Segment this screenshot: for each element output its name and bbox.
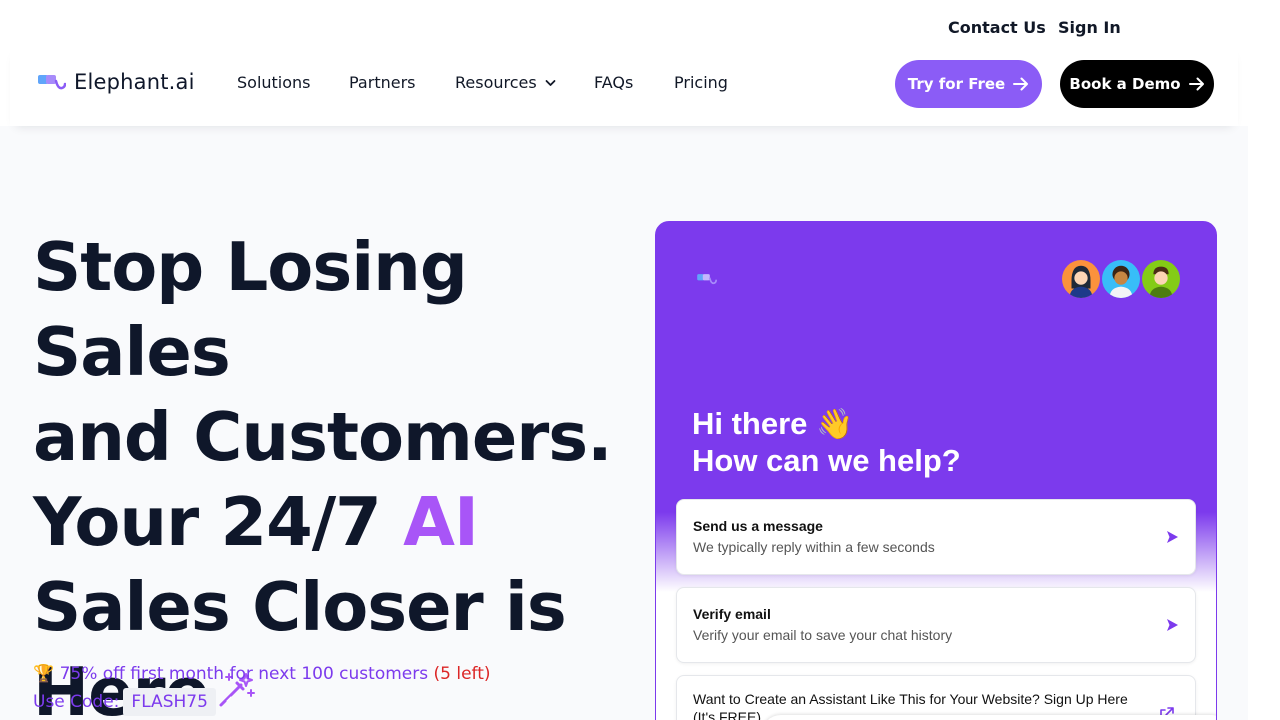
chevron-down-icon bbox=[545, 79, 556, 86]
waving-hand-icon: 👋 bbox=[816, 408, 854, 441]
nav-pricing[interactable]: Pricing bbox=[674, 73, 728, 92]
promo-text: 75% off first month for next 100 custome… bbox=[59, 664, 429, 684]
promo-code[interactable]: FLASH75 bbox=[123, 688, 216, 716]
hero-line-1: Stop Losing Sales bbox=[33, 228, 468, 391]
greeting-line-2: How can we help? bbox=[692, 443, 961, 478]
avatar bbox=[1140, 258, 1182, 300]
nav-faqs[interactable]: FAQs bbox=[594, 73, 633, 92]
promo-code-label: Use Code: bbox=[33, 692, 120, 712]
nav-partners-label: Partners bbox=[349, 73, 416, 92]
agent-woman-avatar-icon bbox=[1102, 260, 1140, 298]
sign-in-link[interactable]: Sign In bbox=[1058, 18, 1121, 37]
nav-partners[interactable]: Partners bbox=[349, 73, 415, 92]
promo-banner: 🏆 75% off first month for next 100 custo… bbox=[33, 664, 491, 684]
greeting-line-1: Hi there bbox=[692, 406, 808, 441]
avatar bbox=[1100, 258, 1142, 300]
hero-ai-highlight: AI bbox=[403, 483, 479, 561]
avatar bbox=[1060, 258, 1102, 300]
try-for-free-label: Try for Free bbox=[907, 75, 1006, 93]
create-assistant-card[interactable]: Want to Create an Assistant Like This fo… bbox=[676, 675, 1196, 720]
card-title: Verify email bbox=[693, 606, 771, 622]
right-edge bbox=[1248, 0, 1280, 720]
arrow-right-icon bbox=[1013, 77, 1029, 91]
card-title: Send us a message bbox=[693, 518, 823, 534]
hero-line-2: and Customers. bbox=[33, 398, 613, 476]
book-a-demo-label: Book a Demo bbox=[1069, 75, 1181, 93]
logo[interactable]: Elephant.ai bbox=[38, 70, 195, 94]
agent-woman-avatar-icon bbox=[1062, 260, 1100, 298]
nav-resources-label: Resources bbox=[455, 73, 537, 92]
nav-resources[interactable]: Resources bbox=[455, 73, 556, 92]
try-for-free-button[interactable]: Try for Free bbox=[895, 60, 1042, 108]
nav-pricing-label: Pricing bbox=[674, 73, 728, 92]
chat-logo-icon bbox=[697, 274, 717, 285]
send-arrow-icon bbox=[1167, 531, 1178, 543]
promo-remaining: (5 left) bbox=[433, 664, 491, 684]
hero-line-3: Your 24/7 bbox=[33, 483, 404, 561]
nav-solutions[interactable]: Solutions bbox=[237, 73, 311, 92]
nav-faqs-label: FAQs bbox=[594, 73, 634, 92]
send-arrow-icon bbox=[1167, 619, 1178, 631]
nav-solutions-label: Solutions bbox=[237, 73, 311, 92]
agent-man-avatar-icon bbox=[1142, 260, 1180, 298]
promo-code-row: Use Code: FLASH75 bbox=[33, 688, 216, 716]
chat-greeting: Hi there 👋 How can we help? bbox=[692, 406, 961, 479]
arrow-right-icon bbox=[1188, 77, 1204, 91]
card-subtitle: Verify your email to save your chat hist… bbox=[693, 627, 953, 643]
send-message-card[interactable]: Send us a message We typically reply wit… bbox=[676, 499, 1196, 575]
chat-widget: Hi there 👋 How can we help? Send us a me… bbox=[655, 221, 1217, 720]
verify-email-card[interactable]: Verify email Verify your email to save y… bbox=[676, 587, 1196, 663]
hero-line-4: Sales Closer is bbox=[33, 568, 567, 646]
contact-us-link[interactable]: Contact Us bbox=[948, 18, 1046, 37]
trophy-icon: 🏆 bbox=[33, 664, 55, 684]
brand-name: Elephant.ai bbox=[74, 70, 195, 94]
elephant-logo-icon bbox=[38, 75, 66, 90]
card-subtitle: We typically reply within a few seconds bbox=[693, 539, 935, 555]
agent-avatars bbox=[1060, 258, 1182, 300]
chat-input-edge bbox=[761, 715, 1216, 720]
hero-headline: Stop Losing Sales and Customers. Your 24… bbox=[33, 225, 633, 720]
book-a-demo-button[interactable]: Book a Demo bbox=[1060, 60, 1214, 108]
